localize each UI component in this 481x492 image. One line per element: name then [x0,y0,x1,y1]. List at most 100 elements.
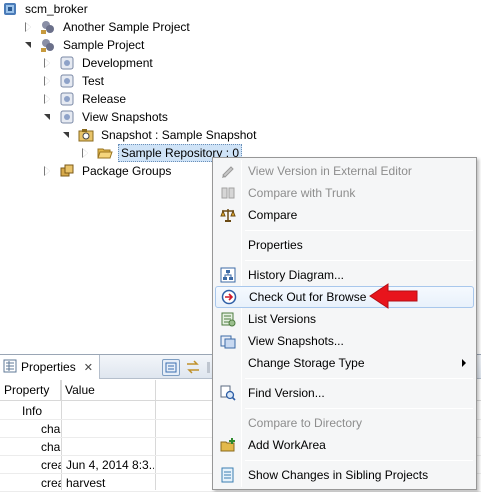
menu-item-label: Properties [248,238,303,252]
property-name: cha [41,422,61,436]
property-name: crea [41,476,61,490]
menu-item-compare[interactable]: Compare [215,204,474,226]
tree-node-view-snapshots[interactable]: View Snapshots [43,108,170,126]
menu-separator [245,230,473,231]
add-workarea-icon [217,434,239,456]
find-version-icon [217,382,239,404]
collapse-arrow-icon[interactable] [62,130,72,140]
tree-node-label: Development [82,56,153,70]
tab-properties[interactable]: Properties ✕ [0,355,100,379]
collapse-arrow-icon[interactable] [43,112,53,122]
blank-icon [217,352,239,374]
property-name: Info [22,404,43,418]
list-versions-icon [217,308,239,330]
tree-node-label: scm_broker [25,2,88,16]
menu-separator [245,408,473,409]
menu-item-compare-to-directory[interactable]: Compare to Directory [215,412,474,434]
tab-properties-label: Properties [21,360,76,374]
expand-arrow-icon[interactable] [24,22,34,32]
checkout-browse-icon [218,286,240,308]
menu-item-label: Change Storage Type [248,356,365,370]
annotation-arrow-icon [368,281,420,314]
tree-node-package-groups[interactable]: Package Groups [43,162,173,180]
menu-separator [245,378,473,379]
menu-item-label: Add WorkArea [248,438,326,452]
menu-item-view-snapshots[interactable]: View Snapshots... [215,330,474,352]
expand-arrow-icon[interactable] [43,94,53,104]
tree-node-label: Package Groups [82,164,172,178]
menu-separator [245,460,473,461]
menu-item-label: Compare to Directory [248,416,363,430]
external-editor-icon [217,160,239,182]
expand-arrow-icon[interactable] [43,76,53,86]
submenu-arrow-icon [462,359,466,367]
menu-item-label: Compare with Trunk [248,186,356,200]
menu-item-check-out-for-browse[interactable]: Check Out for Browse [215,286,474,308]
folder-open-icon [97,145,113,161]
compare-trunk-icon [217,182,239,204]
state-icon [59,55,75,71]
context-menu: View Version in External Editor Compare … [212,157,477,490]
menu-item-find-version[interactable]: Find Version... [215,382,474,404]
property-value: harvest [66,476,106,490]
expand-arrow-icon[interactable] [43,166,53,176]
property-value [66,438,154,456]
tree-node-label: Release [82,92,127,106]
project-icon [40,37,56,53]
tree-node-label: Sample Project [63,38,145,52]
tree-node-another-sample-project[interactable]: Another Sample Project [24,18,192,36]
tree-node-root[interactable]: scm_broker [2,0,90,18]
menu-item-label: Show Changes in Sibling Projects [248,468,429,482]
property-name: crea [41,458,61,472]
menu-item-label: List Versions [248,312,317,326]
collapse-arrow-icon[interactable] [24,40,34,50]
tree-node-release[interactable]: Release [43,90,128,108]
tree-node-label: View Snapshots [82,110,168,124]
menu-item-label: Find Version... [248,386,325,400]
state-icon [59,73,75,89]
tree-node-snapshot[interactable]: Snapshot : Sample Snapshot [62,126,258,144]
expand-arrow-icon[interactable] [81,148,91,158]
property-value: Jun 4, 2014 8:3... [66,458,154,472]
scales-icon [217,204,239,226]
menu-item-list-versions[interactable]: List Versions [215,308,474,330]
show-advanced-icon[interactable] [184,359,202,376]
menu-separator [245,260,473,261]
tree-node-sample-project[interactable]: Sample Project [24,36,146,54]
blank-icon [217,412,239,434]
state-icon [59,91,75,107]
tree-node-label: Snapshot : Sample Snapshot [101,128,257,142]
project-icon [40,19,56,35]
menu-item-compare-with-trunk[interactable]: Compare with Trunk [215,182,474,204]
close-icon[interactable]: ✕ [84,361,93,374]
history-diagram-icon [217,264,239,286]
menu-item-show-changes-sibling-projects[interactable]: Show Changes in Sibling Projects [215,464,474,486]
property-name: cha [41,440,61,454]
sibling-changes-icon [217,464,239,486]
package-groups-icon [59,163,75,179]
broker-icon [2,1,18,17]
property-value [66,402,154,420]
menu-item-label: Check Out for Browse [249,290,367,304]
show-categories-button[interactable] [162,359,180,376]
snapshot-icon [78,127,94,143]
menu-item-history-diagram[interactable]: History Diagram... [215,264,474,286]
expand-arrow-icon[interactable] [43,58,53,68]
tree-node-development[interactable]: Development [43,54,155,72]
menu-item-label: View Version in External Editor [248,164,412,178]
properties-icon [3,359,17,376]
menu-item-label: History Diagram... [248,268,345,282]
tree-node-test[interactable]: Test [43,72,106,90]
state-icon [59,109,75,125]
property-value [66,420,154,438]
column-header-property[interactable]: Property [0,380,61,401]
menu-item-add-workarea[interactable]: Add WorkArea [215,434,474,456]
menu-item-label: View Snapshots... [248,334,344,348]
blank-icon [217,234,239,256]
menu-item-change-storage-type[interactable]: Change Storage Type [215,352,474,374]
tree-node-label: Test [82,74,105,88]
view-snapshots-icon [217,330,239,352]
tree-node-label: Another Sample Project [63,20,190,34]
menu-item-view-version-external-editor[interactable]: View Version in External Editor [215,160,474,182]
menu-item-properties[interactable]: Properties [215,234,474,256]
